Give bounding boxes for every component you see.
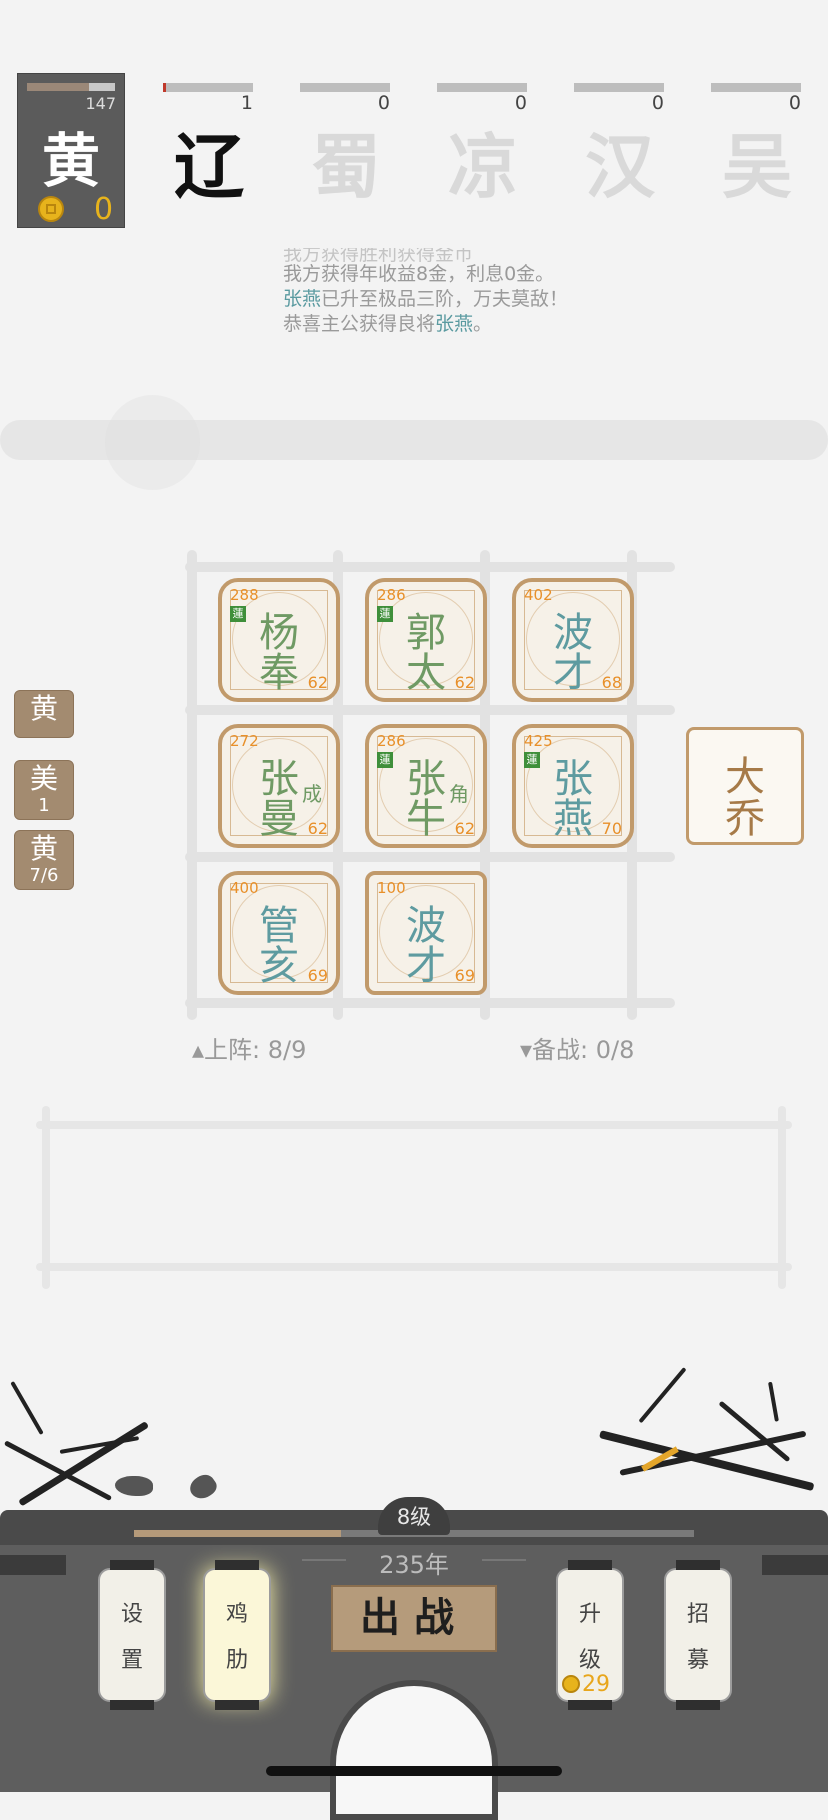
faction-han[interactable]: 0 汉 <box>574 73 666 208</box>
log-line: 我方获得胜利获得金币 <box>283 248 474 262</box>
bench-general-tile[interactable]: 大 乔 <box>686 727 804 845</box>
log-line: 我方获得年收益8金，利息0金。 <box>283 263 555 285</box>
roof-eave <box>0 1555 66 1575</box>
general-trait: 成 <box>302 782 322 806</box>
log-general-name: 张燕 <box>283 288 322 310</box>
chip-label: 黄 <box>29 832 58 865</box>
log-general-name: 张燕 <box>435 313 474 335</box>
settings-button[interactable]: 设 置 <box>98 1560 166 1710</box>
faction-name: 汉 <box>585 125 655 208</box>
deployed-count: ▴上阵: 8/9 <box>192 1036 307 1064</box>
xp-bar-fill <box>134 1530 342 1537</box>
general-level: 62 <box>454 673 475 692</box>
lantern-label: 置 <box>120 1648 143 1673</box>
faction-name: 辽 <box>174 125 244 208</box>
general-trait: 角 <box>449 782 469 806</box>
level-badge: 8级 <box>378 1497 450 1535</box>
player-gold: 0 <box>94 192 114 227</box>
lantern-label: 设 <box>120 1602 143 1627</box>
log-line: 张燕已升至极品三阶，万夫莫敌！ <box>283 288 569 310</box>
faction-liao[interactable]: 1 辽 <box>163 73 255 208</box>
gold-coin-icon <box>562 1675 580 1693</box>
general-name-char: 乔 <box>725 796 765 842</box>
side-chip[interactable]: 黄 <box>14 690 74 738</box>
general-level: 69 <box>454 966 475 985</box>
player-name: 黄 <box>41 127 100 195</box>
general-tile[interactable]: 272 张曼成 62 <box>218 724 340 848</box>
chip-count: 7/6 <box>29 865 59 886</box>
upgrade-button[interactable]: 升 级 29 <box>556 1560 624 1710</box>
reserve-bench-area <box>36 1106 792 1289</box>
player-hp-fill <box>27 83 89 91</box>
faction-liang[interactable]: 0 凉 <box>437 73 529 208</box>
bird-decoration <box>186 1470 220 1504</box>
faction-bar <box>437 83 527 92</box>
log-line: 恭喜主公获得良将张燕。 <box>283 313 493 335</box>
lantern-label: 升 <box>578 1602 601 1627</box>
player-hp-value: 147 <box>85 94 116 113</box>
roof-eave <box>762 1555 828 1575</box>
general-level: 70 <box>601 819 622 838</box>
bird-decoration <box>115 1476 153 1496</box>
general-tile[interactable]: 100 波才 69 <box>365 871 487 995</box>
recruit-button[interactable]: 招 募 <box>664 1560 732 1710</box>
lantern-label: 级 <box>578 1648 601 1673</box>
lantern-label: 募 <box>686 1648 709 1673</box>
faction-name: 蜀 <box>311 125 381 208</box>
battle-log: 我方获得胜利获得金币 我方获得年收益8金，利息0金。 张燕已升至极品三阶，万夫莫… <box>283 248 683 337</box>
faction-name: 吴 <box>722 125 792 208</box>
faction-bar <box>300 83 390 92</box>
side-chip[interactable]: 美 1 <box>14 760 74 820</box>
general-tile[interactable]: 286 蓮张牛角 62 <box>365 724 487 848</box>
faction-bar <box>163 83 253 92</box>
fight-button[interactable]: 出战 <box>331 1585 497 1652</box>
chicken-rib-button[interactable]: 鸡 肋 <box>203 1560 271 1710</box>
general-level: 62 <box>454 819 475 838</box>
gold-coin-icon <box>38 196 64 222</box>
general-level: 68 <box>601 673 622 692</box>
general-level: 69 <box>307 966 328 985</box>
general-tile[interactable]: 402 波才 68 <box>512 578 634 702</box>
home-indicator[interactable] <box>266 1766 562 1776</box>
general-tile[interactable]: 286 蓮郭太 62 <box>365 578 487 702</box>
chip-label: 美 <box>29 762 58 795</box>
side-chip[interactable]: 黄 7/6 <box>14 830 74 890</box>
chip-count: 1 <box>38 795 50 816</box>
general-tile[interactable]: 425 蓮张燕 70 <box>512 724 634 848</box>
reserve-count: ▾备战: 0/8 <box>520 1036 635 1064</box>
ink-moon-decoration <box>105 395 200 490</box>
player-card[interactable]: 147 黄 0 <box>17 73 125 228</box>
faction-bar <box>711 83 801 92</box>
general-tile[interactable]: 400 管亥 69 <box>218 871 340 995</box>
chip-label: 黄 <box>29 692 58 725</box>
faction-bar <box>574 83 664 92</box>
faction-name: 凉 <box>448 125 518 208</box>
faction-shu[interactable]: 0 蜀 <box>300 73 392 208</box>
general-level: 62 <box>307 673 328 692</box>
general-tile[interactable]: 288 蓮杨奉 62 <box>218 578 340 702</box>
upgrade-cost: 29 <box>562 1672 610 1697</box>
lantern-label: 鸡 <box>225 1602 248 1627</box>
year-label: 235年 <box>302 1545 526 1580</box>
player-hp-bar <box>27 83 115 91</box>
general-level: 62 <box>307 819 328 838</box>
lantern-label: 招 <box>686 1602 709 1627</box>
lantern-label: 肋 <box>225 1648 248 1673</box>
faction-wu[interactable]: 0 吴 <box>711 73 803 208</box>
